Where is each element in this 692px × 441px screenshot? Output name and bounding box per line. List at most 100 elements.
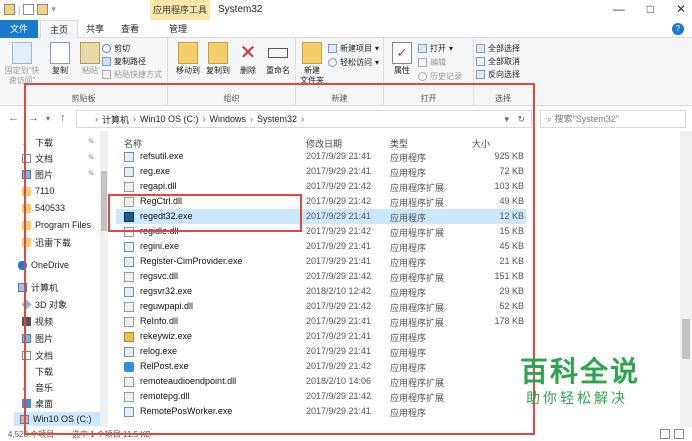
table-row[interactable]: regapi.dll 2017/9/29 21:42 应用程序扩展 103 KB <box>116 179 526 194</box>
breadcrumb-computer[interactable]: 计算机 <box>102 113 129 126</box>
invert-selection-button[interactable]: 反向选择 <box>476 69 520 80</box>
pin-quick-access-button[interactable]: 固定到"快速访问" <box>2 42 42 86</box>
properties-button[interactable]: ✓ 属性 <box>386 42 418 76</box>
forward-arrow-icon[interactable]: → <box>28 112 39 124</box>
nav-item-3d-objects[interactable]: 3D 对象 <box>21 297 67 311</box>
table-row[interactable]: RelPost.exe 2017/9/29 21:42 应用程序 <box>116 359 526 374</box>
edit-button[interactable]: 编辑 <box>418 57 446 68</box>
rename-button[interactable]: 重命名 <box>262 42 294 76</box>
delete-button[interactable]: ✕ 删除 <box>232 42 264 76</box>
pin-icon[interactable]: ✎ <box>88 169 95 178</box>
breadcrumb-windows[interactable]: Windows <box>210 114 247 124</box>
nav-scrollbar[interactable] <box>100 131 108 427</box>
search-input[interactable]: ⌕ 搜索"System32" <box>540 110 686 128</box>
back-arrow-icon[interactable]: ← <box>8 112 19 124</box>
refresh-icon[interactable]: ↻ <box>517 114 525 125</box>
table-row[interactable]: regedt32.exe 2017/9/29 21:41 应用程序 12 KB <box>116 209 526 224</box>
copy-path-button[interactable]: 复制路径 <box>102 56 146 67</box>
properties-icon[interactable] <box>23 4 35 15</box>
table-row[interactable]: regidle.dll 2017/9/29 21:42 应用程序扩展 15 KB <box>116 224 526 239</box>
nav-item-music[interactable]: ♪ 音乐 <box>22 380 53 394</box>
nav-item-folder-540533[interactable]: 540533 <box>22 201 65 215</box>
close-button[interactable]: ✕ <box>676 2 686 16</box>
move-to-button[interactable]: 移动到 <box>172 42 204 76</box>
file-date: 2017/9/29 21:41 <box>306 256 372 266</box>
breadcrumb-drive[interactable]: Win10 OS (C:) <box>140 114 199 124</box>
group-clipboard: 固定到"快速访问" 复制 粘贴 剪切 复制路径 粘贴快捷方式 剪贴板 <box>0 38 168 106</box>
tab-home[interactable]: 主页 <box>40 20 78 38</box>
new-folder-button[interactable]: 新建 文件夹 <box>296 42 328 86</box>
tab-view[interactable]: 查看 <box>114 20 146 38</box>
history-dropdown-icon[interactable]: ▾ <box>504 114 509 125</box>
nav-item-computer[interactable]: 计算机 <box>18 280 58 294</box>
table-row[interactable]: relog.exe 2017/9/29 21:41 应用程序 <box>116 344 526 359</box>
table-row[interactable]: reg.exe 2017/9/29 21:41 应用程序 72 KB <box>116 164 526 179</box>
file-type: 应用程序扩展 <box>390 378 445 388</box>
nav-item-documents[interactable]: 文档 <box>22 151 53 165</box>
large-icons-view-icon[interactable] <box>674 429 684 439</box>
nav-item-onedrive[interactable]: OneDrive <box>18 258 69 272</box>
open-button[interactable]: 打开 ▾ <box>418 43 453 54</box>
table-row[interactable]: reguwpapi.dll 2017/9/29 21:42 应用程序扩展 52 KB <box>116 299 526 314</box>
cut-button[interactable]: 剪切 <box>102 43 130 54</box>
customize-chevron-icon[interactable]: ▾ <box>51 4 56 15</box>
up-arrow-icon[interactable]: ↑ <box>60 112 66 124</box>
table-row[interactable]: regini.exe 2017/9/29 21:41 应用程序 45 KB <box>116 239 526 254</box>
pin-icon[interactable]: ✎ <box>88 153 95 162</box>
nav-item-program-files[interactable]: Program Files <box>22 218 91 232</box>
easy-access-button[interactable]: 轻松访问 ▾ <box>328 57 379 68</box>
copy-to-button[interactable]: 复制到 <box>202 42 234 76</box>
maximize-button[interactable]: □ <box>647 2 654 16</box>
nav-item-documents-2[interactable]: 文档 <box>22 348 53 362</box>
computer-icon <box>18 282 27 292</box>
table-row[interactable]: Register-CimProvider.exe 2017/9/29 21:41 应… <box>116 254 526 269</box>
new-item-button[interactable]: 新建项目 ▾ <box>328 43 379 54</box>
select-none-button[interactable]: 全部取消 <box>476 56 520 67</box>
table-row[interactable]: regsvr32.exe 2018/2/10 12:42 应用程序 29 KB <box>116 284 526 299</box>
minimize-button[interactable]: — <box>613 2 625 16</box>
table-row[interactable]: remotepg.dll 2017/9/29 21:42 应用程序扩展 <box>116 389 526 404</box>
tab-manage[interactable]: 管理 <box>158 20 198 38</box>
nav-item-videos[interactable]: 视频 <box>22 314 53 328</box>
exe-file-icon <box>124 287 134 297</box>
nav-item-xunlei-downloads[interactable]: 迅雷下载 <box>22 235 71 249</box>
exe-file-icon <box>124 167 134 177</box>
select-all-button[interactable]: 全部选择 <box>476 43 520 54</box>
paste-shortcut-button[interactable]: 粘贴快捷方式 <box>102 69 162 80</box>
address-path[interactable]: › 计算机 › Win10 OS (C:) › Windows › System… <box>76 110 532 128</box>
table-row[interactable]: rekeywiz.exe 2017/9/29 21:41 应用程序 <box>116 329 526 344</box>
document-icon <box>22 153 31 163</box>
breadcrumb-system32[interactable]: System32 <box>257 114 297 124</box>
details-view-icon[interactable] <box>660 429 670 439</box>
tab-file[interactable]: 文件 <box>0 20 38 38</box>
nav-item-pictures[interactable]: 图片 <box>22 167 53 181</box>
history-icon <box>418 72 427 81</box>
nav-item-folder-7110[interactable]: 7110 <box>22 184 54 198</box>
pin-icon[interactable]: ✎ <box>88 137 95 146</box>
help-icon[interactable]: ? <box>672 23 684 35</box>
copy-button[interactable]: 复制 <box>44 42 76 76</box>
copy-icon <box>50 42 70 64</box>
folder-icon[interactable] <box>4 4 15 15</box>
dll-file-icon <box>124 272 134 282</box>
history-button[interactable]: 历史记录 <box>418 71 462 82</box>
exe-file-icon <box>124 407 134 417</box>
file-name: ReInfo.dll <box>140 316 179 326</box>
nav-scroll-thumb[interactable] <box>101 171 107 231</box>
file-list-scroll-thumb[interactable] <box>682 319 690 359</box>
table-row[interactable]: refsutil.exe 2017/9/29 21:41 应用程序 925 KB <box>116 149 526 164</box>
nav-item-desktop[interactable]: 桌面 <box>22 396 53 410</box>
tab-share[interactable]: 共享 <box>80 20 110 38</box>
table-row[interactable]: ReInfo.dll 2017/9/29 21:41 应用程序扩展 178 KB <box>116 314 526 329</box>
new-folder-icon[interactable] <box>37 4 49 15</box>
table-row[interactable]: remoteaudioendpoint.dll 2018/2/10 14:06 应用… <box>116 374 526 389</box>
file-list-scrollbar[interactable] <box>680 131 692 427</box>
table-row[interactable]: regsvc.dll 2017/9/29 21:42 应用程序扩展 151 KB <box>116 269 526 284</box>
nav-item-pictures-2[interactable]: 图片 <box>22 331 53 345</box>
nav-item-downloads[interactable]: ↓ 下载 <box>22 135 53 149</box>
nav-item-downloads-2[interactable]: ↓ 下载 <box>22 364 53 378</box>
table-row[interactable]: RemotePosWorker.exe 2017/9/29 21:41 应用程序 <box>116 404 526 419</box>
recent-chevron-icon[interactable]: ▾ <box>46 114 50 123</box>
table-row[interactable]: RegCtrl.dll 2017/9/29 21:42 应用程序扩展 49 KB <box>116 194 526 209</box>
nav-item-c-drive[interactable]: Win10 OS (C:) <box>14 412 100 426</box>
